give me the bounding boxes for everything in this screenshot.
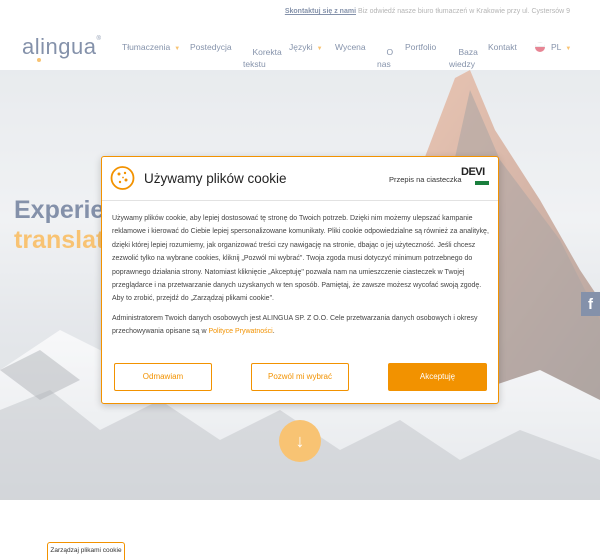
cookie-icon [110,166,135,190]
data-admin-info: Administratorem Twoich danych osobowych … [112,312,490,339]
admin-text-end: . [272,328,275,336]
devi-logo: DEVI [461,166,489,188]
provider-label: Przepis na ciasteczka [389,175,462,184]
cookie-dialog-body: Używamy plików cookie, aby lepiej dostos… [112,212,490,345]
refuse-button[interactable]: Odmawiam [114,363,212,391]
cookie-description: Używamy plików cookie, aby lepiej dostos… [112,215,489,303]
accept-button[interactable]: Akceptuję [388,363,487,391]
devi-logo-text: DEVI [461,166,485,178]
cookie-dialog-header: Używamy plików cookie Przepis na ciastec… [102,157,498,201]
manage-cookies-button[interactable]: Zarządzaj plikami cookie [47,542,125,560]
let-me-choose-button[interactable]: Pozwól mi wybrać [251,363,349,391]
privacy-policy-link[interactable]: Polityce Prywatności [209,328,273,335]
admin-text: Administratorem Twoich danych osobowych … [112,314,478,336]
cookie-dialog-title: Używamy plików cookie [144,171,287,186]
cookie-consent-dialog: Używamy plików cookie Przepis na ciastec… [101,156,499,404]
